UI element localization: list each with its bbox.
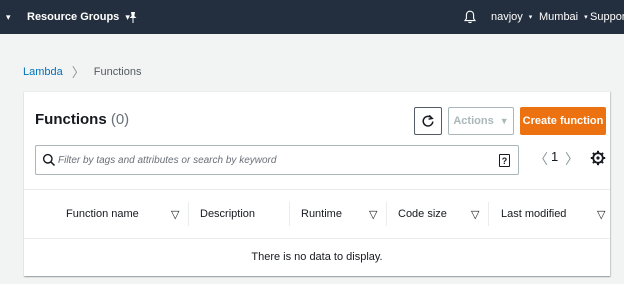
actions-dropdown-button[interactable]: Actions ▼ [448, 107, 514, 135]
column-divider [289, 202, 290, 226]
page-title: Functions (0) [35, 111, 129, 128]
column-header-function-name[interactable]: Function name [66, 190, 139, 238]
search-box: ? [35, 145, 519, 175]
column-header-runtime[interactable]: Runtime [301, 190, 342, 238]
column-header-last-modified[interactable]: Last modified [501, 190, 566, 238]
page-number[interactable]: 1 [551, 149, 558, 164]
column-label: Description [200, 208, 256, 220]
resource-groups-menu[interactable]: Resource Groups ▾ [27, 0, 130, 34]
chevron-down-icon: ▾ [584, 14, 588, 21]
breadcrumb-current: Functions [93, 65, 142, 78]
notifications-button[interactable] [464, 0, 476, 34]
breadcrumb: Lambda 〉 Functions [23, 62, 141, 81]
column-divider [386, 202, 387, 226]
support-menu[interactable]: Support [590, 0, 624, 34]
pin-icon [129, 11, 137, 23]
create-function-button[interactable]: Create function [520, 107, 606, 135]
column-divider [188, 202, 189, 226]
previous-page-button[interactable]: 〈 [534, 149, 548, 169]
refresh-icon [422, 114, 434, 127]
account-menu[interactable]: navjoy ▾ [491, 0, 532, 34]
help-icon[interactable]: ? [499, 154, 510, 167]
column-label: Function name [66, 208, 139, 220]
account-username: navjoy [491, 11, 523, 23]
column-label: Last modified [501, 208, 567, 220]
panel-title-text: Functions [35, 111, 107, 128]
support-label: Support [590, 11, 624, 23]
breadcrumb-separator-icon: 〉 [71, 65, 85, 80]
column-divider [488, 202, 489, 226]
function-count: (0) [110, 111, 130, 128]
gear-icon[interactable] [590, 150, 606, 166]
top-navigation-bar: ▾ Resource Groups ▾ navjoy ▾ Mumbai ▾ Su… [0, 0, 624, 34]
next-page-button[interactable]: 〉 [565, 149, 579, 169]
table-header: Function name ▽ Description Runtime ▽ Co… [24, 189, 610, 239]
column-label: Code size [398, 208, 447, 220]
resource-groups-label: Resource Groups [27, 11, 120, 23]
column-header-description[interactable]: Description [200, 190, 255, 238]
search-icon [42, 153, 56, 167]
actions-label: Actions [453, 115, 494, 127]
sort-icon[interactable]: ▽ [171, 190, 179, 238]
chevron-down-icon: ▾ [6, 11, 11, 22]
pin-button[interactable] [128, 0, 138, 34]
column-header-code-size[interactable]: Code size [398, 190, 447, 238]
sort-icon[interactable]: ▽ [471, 190, 479, 238]
search-input[interactable] [58, 151, 498, 169]
sort-icon[interactable]: ▽ [369, 190, 377, 238]
caret-down-icon: ▼ [499, 116, 509, 126]
empty-table-message: There is no data to display. [251, 251, 383, 263]
functions-panel: Functions (0) Actions ▼ Create function … [24, 91, 610, 276]
sort-icon[interactable]: ▽ [597, 190, 605, 238]
breadcrumb-lambda-link[interactable]: Lambda [23, 66, 63, 78]
region-menu[interactable]: Mumbai ▾ [539, 0, 588, 34]
chevron-down-icon: ▾ [528, 14, 533, 21]
region-label: Mumbai [539, 11, 579, 23]
refresh-button[interactable] [414, 107, 442, 135]
column-label: Runtime [301, 208, 342, 220]
services-menu-button[interactable]: ▾ [6, 0, 11, 34]
bell-icon [464, 10, 476, 24]
create-function-label: Create function [522, 115, 604, 127]
